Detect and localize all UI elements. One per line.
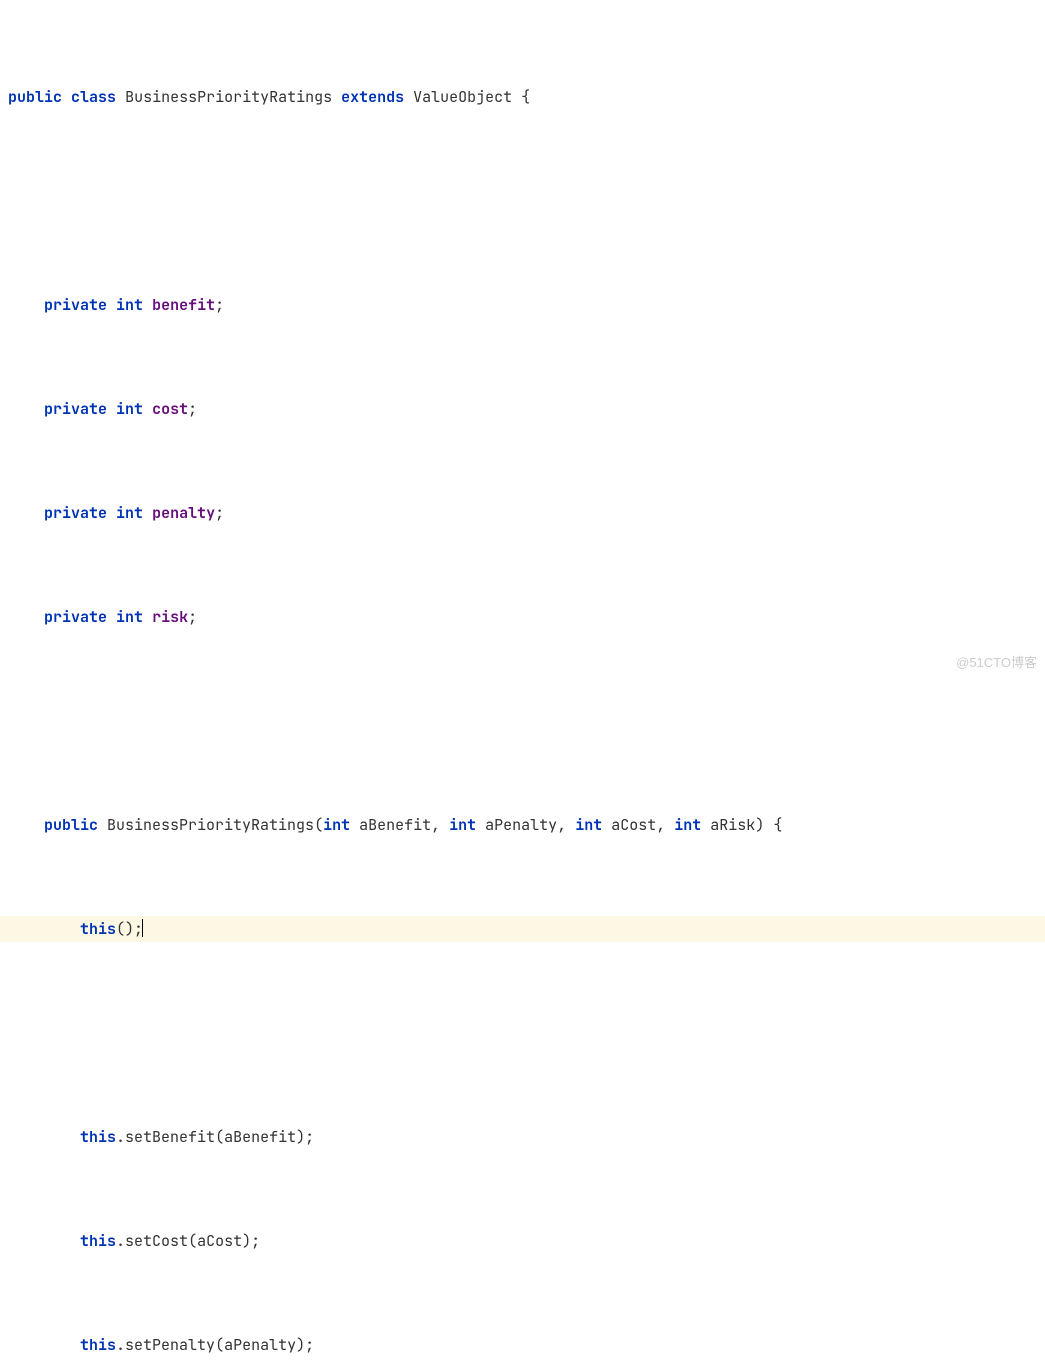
keyword-class: class [71, 87, 116, 107]
code-line[interactable]: this.setCost(aCost); [0, 1228, 1045, 1254]
param-aRisk: aRisk [710, 815, 755, 835]
keyword-int: int [674, 815, 701, 835]
brace-open: { [773, 815, 782, 835]
keyword-int: int [116, 503, 143, 523]
brace-open: { [521, 87, 530, 107]
arg-aBenefit: aBenefit [224, 1127, 296, 1147]
dot: . [116, 1127, 125, 1147]
text-caret [142, 919, 143, 937]
code-line[interactable]: private int risk; [0, 604, 1045, 630]
keyword-int: int [575, 815, 602, 835]
paren-open: ( [314, 815, 323, 835]
code-line-blank[interactable] [0, 1020, 1045, 1046]
param-aCost: aCost [611, 815, 656, 835]
param-aBenefit: aBenefit [359, 815, 431, 835]
keyword-private: private [44, 295, 107, 315]
arg-aCost: aCost [197, 1231, 242, 1251]
superclass-name: ValueObject [413, 87, 512, 107]
keyword-this: this [80, 1335, 116, 1355]
method-setBenefit: setBenefit [125, 1127, 215, 1147]
code-line[interactable]: private int benefit; [0, 292, 1045, 318]
semicolon: ; [215, 295, 224, 315]
watermark-text: @51CTO博客 [956, 650, 1037, 676]
keyword-private: private [44, 607, 107, 627]
keyword-this: this [80, 1127, 116, 1147]
param-aPenalty: aPenalty [485, 815, 557, 835]
keyword-extends: extends [341, 87, 404, 107]
code-line-blank[interactable] [0, 708, 1045, 734]
class-name: BusinessPriorityRatings [125, 87, 332, 107]
keyword-int: int [116, 295, 143, 315]
arg-aPenalty: aPenalty [224, 1335, 296, 1355]
field-cost: cost [152, 399, 188, 419]
code-line[interactable]: this.setPenalty(aPenalty); [0, 1332, 1045, 1358]
this-call-rest: (); [116, 919, 143, 939]
method-setPenalty: setPenalty [125, 1335, 215, 1355]
keyword-int: int [116, 399, 143, 419]
code-line-current[interactable]: this(); [0, 916, 1045, 942]
dot: . [116, 1231, 125, 1251]
keyword-int: int [116, 607, 143, 627]
semicolon: ; [188, 399, 197, 419]
keyword-int: int [449, 815, 476, 835]
field-benefit: benefit [152, 295, 215, 315]
keyword-public: public [8, 87, 62, 107]
dot: . [116, 1335, 125, 1355]
semicolon: ; [215, 503, 224, 523]
code-editor[interactable]: public class BusinessPriorityRatings ext… [0, 0, 1045, 1364]
field-risk: risk [152, 607, 188, 627]
keyword-private: private [44, 503, 107, 523]
code-line[interactable]: public class BusinessPriorityRatings ext… [0, 84, 1045, 110]
code-line[interactable]: private int penalty; [0, 500, 1045, 526]
constructor-name: BusinessPriorityRatings [107, 815, 314, 835]
semicolon: ; [188, 607, 197, 627]
keyword-int: int [323, 815, 350, 835]
close-stmt: ); [296, 1335, 314, 1355]
keyword-this: this [80, 1231, 116, 1251]
paren-close: ) [755, 815, 764, 835]
keyword-this: this [80, 919, 116, 939]
code-line[interactable]: this.setBenefit(aBenefit); [0, 1124, 1045, 1150]
keyword-private: private [44, 399, 107, 419]
field-penalty: penalty [152, 503, 215, 523]
code-line[interactable]: private int cost; [0, 396, 1045, 422]
close-stmt: ); [242, 1231, 260, 1251]
close-stmt: ); [296, 1127, 314, 1147]
code-line-blank[interactable] [0, 188, 1045, 214]
method-setCost: setCost [125, 1231, 188, 1251]
code-line[interactable]: public BusinessPriorityRatings(int aBene… [0, 812, 1045, 838]
keyword-public: public [44, 815, 98, 835]
